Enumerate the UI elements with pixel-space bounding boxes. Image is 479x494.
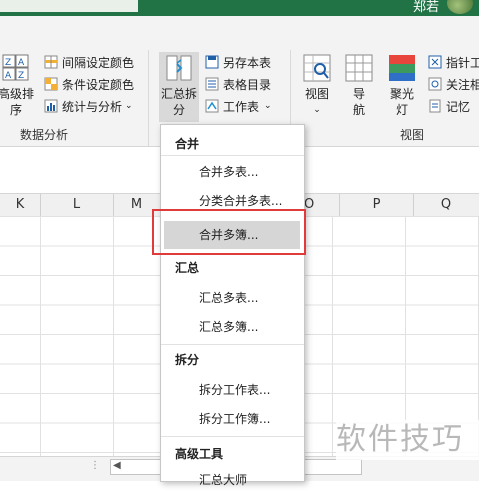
stats-analysis-button[interactable]: 统计与分析 ⌄ xyxy=(44,96,133,116)
divider xyxy=(148,50,149,146)
svg-text:A: A xyxy=(5,71,12,81)
spotlight-label-2: 灯 xyxy=(395,103,408,117)
menu-item-split-workbook[interactable]: 拆分工作簿... xyxy=(161,405,304,433)
stats-analysis-label: 统计与分析 xyxy=(62,99,123,114)
table-toc-button[interactable]: 表格目录 xyxy=(205,74,271,94)
menu-item-merge-sheets[interactable]: 合并多表... xyxy=(161,158,304,186)
menu-divider xyxy=(161,436,304,437)
worksheet-label: 工作表 xyxy=(223,99,260,114)
view-label: 视图 xyxy=(304,87,329,101)
menu-item-summary-workbooks[interactable]: 汇总多簿... xyxy=(161,313,304,341)
advanced-sort-label-2: 序 xyxy=(10,103,23,117)
navigation-label-1: 导 xyxy=(352,87,365,101)
column-header-p[interactable]: P xyxy=(340,194,414,216)
sheet-tab-splitter-icon[interactable]: ⋮ xyxy=(90,460,100,471)
spotlight-label-1: 聚光 xyxy=(389,87,414,101)
tab-strip xyxy=(0,0,138,12)
advanced-sort-label-1: 高级排 xyxy=(0,87,35,101)
watermark: 软件技巧 xyxy=(336,420,479,460)
menu-divider xyxy=(161,155,304,156)
column-header-k[interactable]: K xyxy=(0,194,41,216)
avatar[interactable] xyxy=(447,0,473,14)
condition-color-label: 条件设定颜色 xyxy=(62,77,135,92)
column-header-q[interactable]: Q xyxy=(413,194,479,216)
navigation-button[interactable]: 导 航 xyxy=(345,54,373,118)
memo-label: 记忆 xyxy=(446,99,471,114)
pointer-tool-button[interactable]: 指针工 xyxy=(428,52,479,72)
advanced-sort-button[interactable]: Z A A Z 高级排 序 xyxy=(0,54,34,118)
scroll-left-icon[interactable]: ◀ xyxy=(113,460,121,471)
svg-text:A: A xyxy=(18,58,25,68)
menu-divider xyxy=(161,344,304,345)
view-button[interactable]: 视图 ⌄ xyxy=(303,54,331,118)
memo-icon xyxy=(429,99,441,113)
menu-section-summary: 汇总 xyxy=(175,261,200,275)
memo-button[interactable]: 记忆 xyxy=(428,96,470,116)
view-magnifier-icon xyxy=(303,54,331,82)
pointer-tool-label: 指针工 xyxy=(446,55,479,70)
navigation-grid-icon xyxy=(345,54,373,82)
menu-item-summary-sheets[interactable]: 汇总多表... xyxy=(161,284,304,312)
title-bar: 郑若 xyxy=(0,0,479,16)
save-sheet-icon xyxy=(205,55,219,69)
chevron-down-icon: ⌄ xyxy=(313,105,321,115)
table-toc-label: 表格目录 xyxy=(223,77,272,92)
focus-icon xyxy=(428,77,442,91)
worksheet-icon xyxy=(205,99,219,113)
view-group-label: 视图 xyxy=(400,128,425,142)
sort-az-icon: Z A A Z xyxy=(2,54,29,81)
focus-related-button[interactable]: 关注相 xyxy=(428,74,479,94)
chevron-down-icon: ⌄ xyxy=(125,101,133,111)
column-header-l[interactable]: L xyxy=(40,194,114,216)
stats-icon xyxy=(44,99,58,113)
menu-item-summary-master[interactable]: 汇总大师 xyxy=(161,466,304,494)
chevron-down-icon: ⌄ xyxy=(264,101,272,111)
svg-text:Z: Z xyxy=(18,71,24,81)
grid-color-icon xyxy=(44,55,58,69)
toc-icon xyxy=(205,77,219,91)
menu-section-split: 拆分 xyxy=(175,353,200,367)
spotlight-button[interactable]: 聚光 灯 xyxy=(388,54,416,118)
summary-split-button[interactable]: 汇总拆 分 xyxy=(159,52,199,122)
summary-split-icon xyxy=(166,55,192,81)
interval-color-button[interactable]: 间隔设定颜色 xyxy=(44,52,134,72)
worksheet-button[interactable]: 工作表 ⌄ xyxy=(205,96,272,116)
pointer-icon xyxy=(428,55,442,69)
summary-split-label-2: 分 xyxy=(172,103,185,117)
interval-color-label: 间隔设定颜色 xyxy=(62,55,135,70)
navigation-label-2: 航 xyxy=(352,103,365,117)
summary-split-menu: 合并 合并多表... 分类合并多表... 合并多簿... 汇总 汇总多表... … xyxy=(160,124,305,487)
condition-color-button[interactable]: 条件设定颜色 xyxy=(44,74,134,94)
svg-text:Z: Z xyxy=(5,58,11,68)
spotlight-icon xyxy=(389,55,415,81)
menu-section-merge: 合并 xyxy=(175,137,200,151)
focus-related-label: 关注相 xyxy=(446,77,479,92)
menu-item-split-worksheet[interactable]: 拆分工作表... xyxy=(161,376,304,404)
column-header-o[interactable]: O xyxy=(300,194,340,216)
data-analysis-group-label: 数据分析 xyxy=(20,128,69,142)
save-as-sheet-button[interactable]: 另存本表 xyxy=(205,52,271,72)
user-name[interactable]: 郑若 xyxy=(413,0,439,15)
save-as-sheet-label: 另存本表 xyxy=(223,55,272,70)
menu-section-advanced-tools: 高级工具 xyxy=(175,447,224,461)
highlight-box xyxy=(152,209,306,255)
condition-color-icon xyxy=(44,77,58,91)
summary-split-label-1: 汇总拆 xyxy=(160,87,197,101)
